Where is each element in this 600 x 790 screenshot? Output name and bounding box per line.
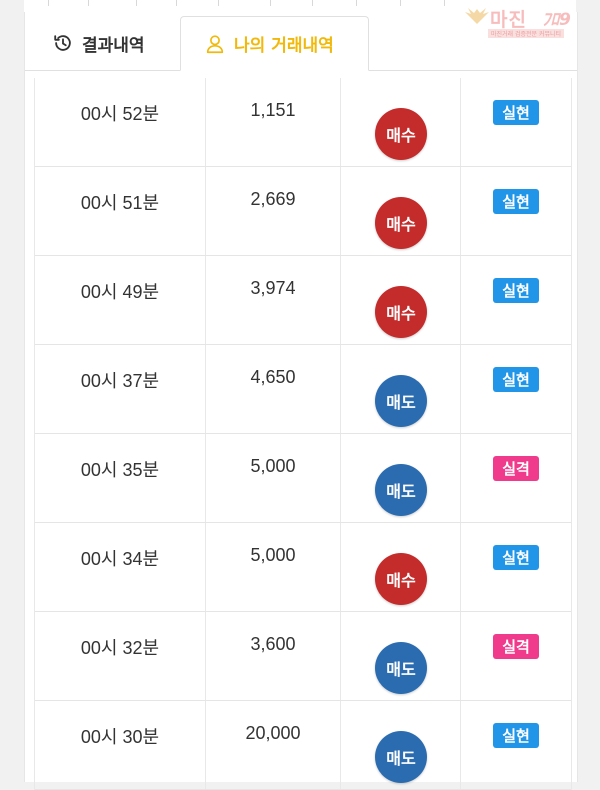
trade-time: 00시 34분: [80, 549, 160, 569]
watermark-logo-mark: ﾌﾛ9: [542, 10, 571, 30]
trade-amount: 3,600: [250, 634, 296, 654]
svg-text:ﾌﾛ9: ﾌﾛ9: [542, 10, 571, 30]
buy-badge: 매수: [375, 108, 427, 160]
wing-logo-icon: [465, 8, 489, 24]
table-row: 00시 35분 5,000 매도 실격: [35, 434, 571, 523]
table-row: 00시 52분 1,151 매수 실현: [35, 78, 571, 167]
sell-badge: 매도: [375, 464, 427, 516]
time-cell: 00시 35분: [35, 434, 206, 522]
grid-cell: [270, 0, 313, 6]
time-cell: 00시 37분: [35, 345, 206, 433]
side-cell: 매도: [341, 701, 461, 789]
grid-cell: [312, 0, 357, 6]
trade-amount: 5,000: [250, 456, 296, 476]
trade-time: 00시 51분: [80, 193, 160, 213]
status-cell: 실현: [461, 523, 571, 611]
status-badge: 실격: [493, 456, 539, 481]
side-cell: 매수: [341, 523, 461, 611]
table-row: 00시 34분 5,000 매수 실현: [35, 523, 571, 612]
tab-results[interactable]: 결과내역: [25, 16, 180, 70]
side-cell: 매수: [341, 167, 461, 255]
time-cell: 00시 49분: [35, 256, 206, 344]
status-badge: 실현: [493, 189, 539, 214]
trade-amount: 1,151: [250, 100, 296, 120]
status-badge: 실현: [493, 723, 539, 748]
time-cell: 00시 30분: [35, 701, 206, 789]
sell-badge: 매도: [375, 375, 427, 427]
status-badge: 실격: [493, 634, 539, 659]
trade-amount: 3,974: [250, 278, 296, 298]
trade-table: 00시 52분 1,151 매수 실현 00시 51분 2,669 매수 실현 …: [34, 78, 572, 790]
status-badge: 실현: [493, 367, 539, 392]
history-icon: [54, 35, 71, 51]
trade-amount: 5,000: [250, 545, 296, 565]
grid-cell: [176, 0, 219, 6]
side-cell: 매수: [341, 256, 461, 344]
status-cell: 실현: [461, 701, 571, 789]
trade-amount: 20,000: [245, 723, 301, 743]
trade-time: 00시 49분: [80, 282, 160, 302]
buy-badge: 매수: [375, 197, 427, 249]
status-cell: 실격: [461, 434, 571, 522]
tab-results-label: 결과내역: [82, 35, 145, 56]
trade-time: 00시 37분: [80, 371, 160, 391]
buy-badge: 매수: [375, 553, 427, 605]
grid-cell: [24, 0, 49, 6]
status-cell: 실격: [461, 612, 571, 700]
grid-cell: [88, 0, 137, 6]
time-cell: 00시 34분: [35, 523, 206, 611]
table-row: 00시 32분 3,600 매도 실격: [35, 612, 571, 701]
status-cell: 실현: [461, 78, 571, 166]
table-row: 00시 30분 20,000 매도 실현: [35, 701, 571, 790]
table-row: 00시 37분 4,650 매도 실현: [35, 345, 571, 434]
time-cell: 00시 51분: [35, 167, 206, 255]
amount-cell: 4,650: [206, 345, 341, 433]
trade-time: 00시 35분: [80, 460, 160, 480]
site-watermark-logo: 마진 ﾌﾛ9 마진거래 검증전문 커뮤니티: [462, 4, 594, 38]
trade-amount: 4,650: [250, 367, 296, 387]
time-cell: 00시 52분: [35, 78, 206, 166]
time-cell: 00시 32분: [35, 612, 206, 700]
status-cell: 실현: [461, 167, 571, 255]
status-cell: 실현: [461, 345, 571, 433]
trade-time: 00시 30분: [80, 727, 160, 747]
amount-cell: 1,151: [206, 78, 341, 166]
side-cell: 매도: [341, 434, 461, 522]
buy-badge: 매수: [375, 286, 427, 338]
trade-time: 00시 52분: [80, 104, 160, 124]
amount-cell: 2,669: [206, 167, 341, 255]
status-badge: 실현: [493, 545, 539, 570]
table-row: 00시 49분 3,974 매수 실현: [35, 256, 571, 345]
sell-badge: 매도: [375, 642, 427, 694]
side-cell: 매도: [341, 345, 461, 433]
grid-cell: [136, 0, 177, 6]
grid-cell: [218, 0, 271, 6]
trade-time: 00시 32분: [80, 638, 160, 658]
status-badge: 실현: [493, 100, 539, 125]
grid-cell: [400, 0, 445, 6]
side-cell: 매수: [341, 78, 461, 166]
amount-cell: 5,000: [206, 434, 341, 522]
watermark-subtitle: 마진거래 검증전문 커뮤니티: [488, 29, 565, 38]
amount-cell: 20,000: [206, 701, 341, 789]
amount-cell: 3,600: [206, 612, 341, 700]
status-badge: 실현: [493, 278, 539, 303]
grid-cell: [356, 0, 401, 6]
tab-my-trades[interactable]: 나의 거래내역: [180, 16, 369, 71]
trade-amount: 2,669: [250, 189, 296, 209]
watermark-logo-text: 마진: [490, 9, 527, 31]
trade-history-card: 결과내역 나의 거래내역 00시 52분 1,151 매수 실현 00시 51분…: [24, 12, 578, 790]
user-icon: [206, 34, 224, 53]
table-row: 00시 51분 2,669 매수 실현: [35, 167, 571, 256]
amount-cell: 3,974: [206, 256, 341, 344]
status-cell: 실현: [461, 256, 571, 344]
amount-cell: 5,000: [206, 523, 341, 611]
grid-cell: [48, 0, 89, 6]
side-cell: 매도: [341, 612, 461, 700]
tab-my-trades-label: 나의 거래내역: [234, 36, 334, 56]
sell-badge: 매도: [375, 731, 427, 783]
